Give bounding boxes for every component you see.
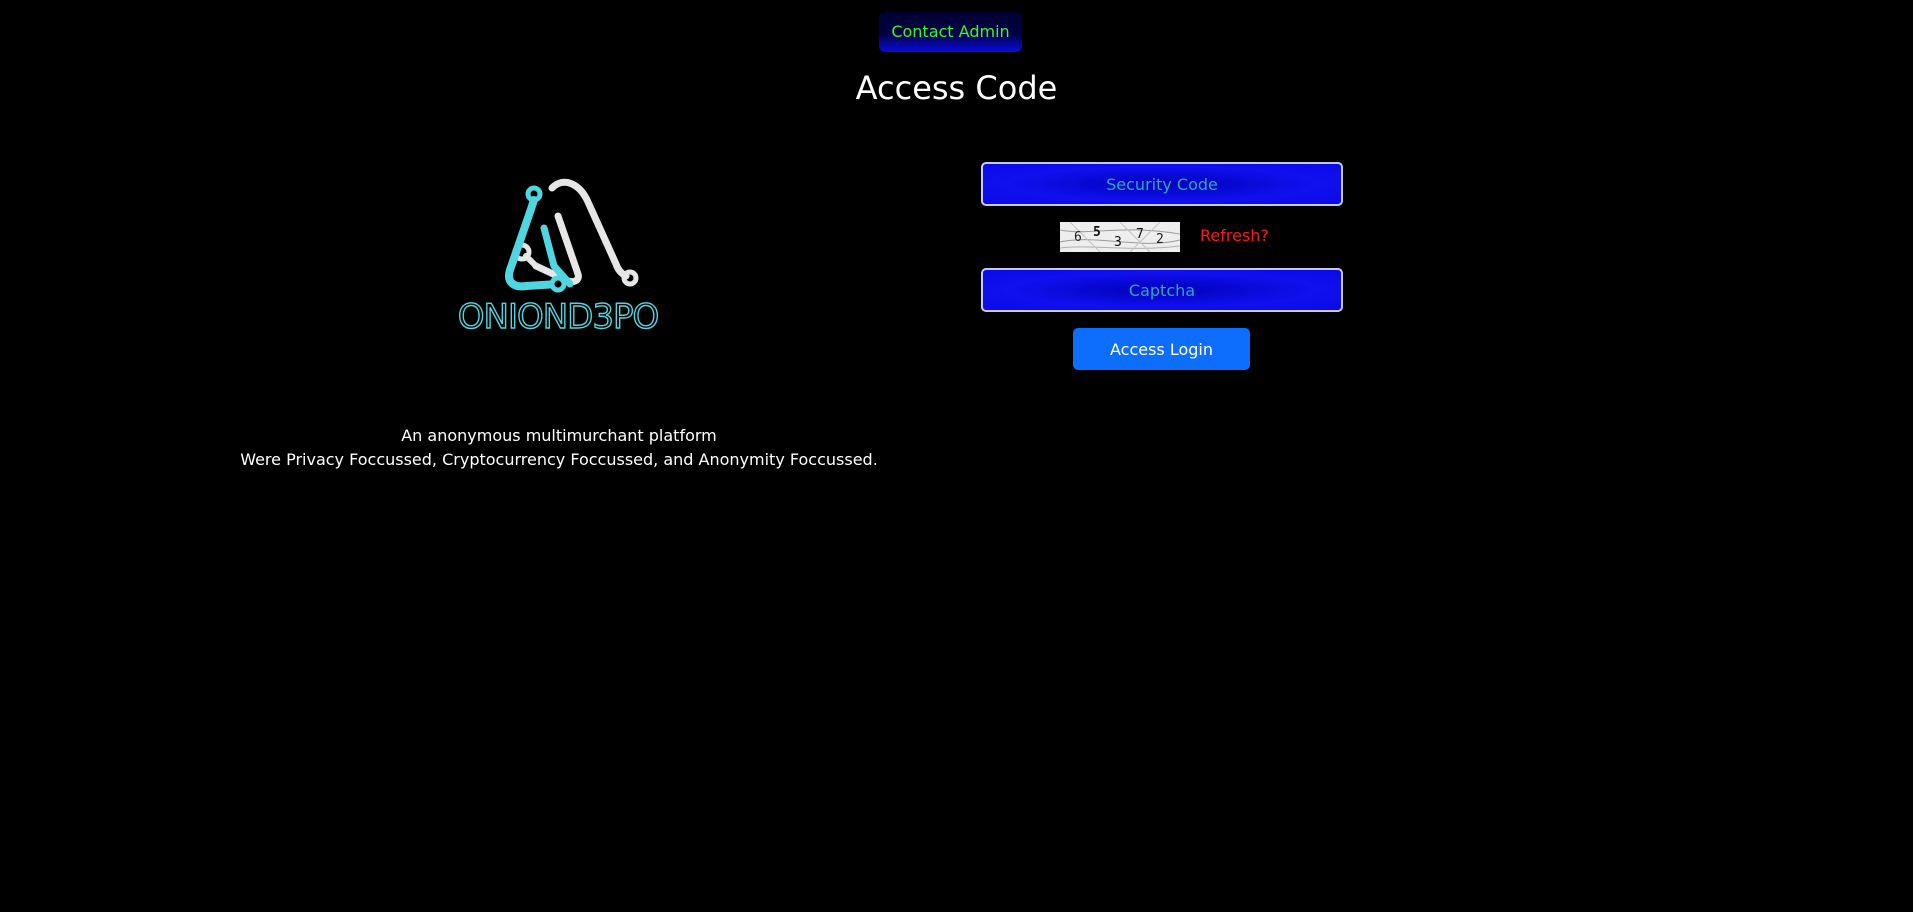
page-title: Access Code	[0, 64, 1913, 112]
security-code-input[interactable]	[981, 162, 1343, 206]
tagline: An anonymous multimurchant platform Were…	[200, 424, 918, 472]
tagline-line-1: An anonymous multimurchant platform	[401, 426, 717, 445]
page-title-text: Access Code	[855, 69, 1058, 107]
refresh-captcha-link[interactable]: Refresh?	[1200, 224, 1269, 248]
contact-admin-button[interactable]: Contact Admin	[879, 12, 1022, 52]
page: Contact Admin Access Code ONIOND3PO An a…	[0, 0, 1913, 912]
captcha-digit: 5	[1093, 225, 1101, 240]
tagline-line-2: Were Privacy Foccussed, Cryptocurrency F…	[240, 450, 878, 469]
captcha-digit: 2	[1156, 232, 1164, 247]
captcha-digit: 3	[1114, 235, 1122, 250]
captcha-image: 6 5 3 7 2	[1060, 222, 1180, 252]
brand-logo: ONIOND3PO	[440, 178, 676, 338]
captcha-input[interactable]	[981, 268, 1343, 312]
brand-wordmark: ONIOND3PO	[458, 297, 659, 337]
captcha-digit: 7	[1136, 227, 1144, 242]
access-login-button[interactable]: Access Login	[1073, 328, 1250, 370]
onion-d3po-logo-icon: ONIOND3PO	[457, 178, 660, 338]
captcha-digit: 6	[1074, 230, 1082, 245]
